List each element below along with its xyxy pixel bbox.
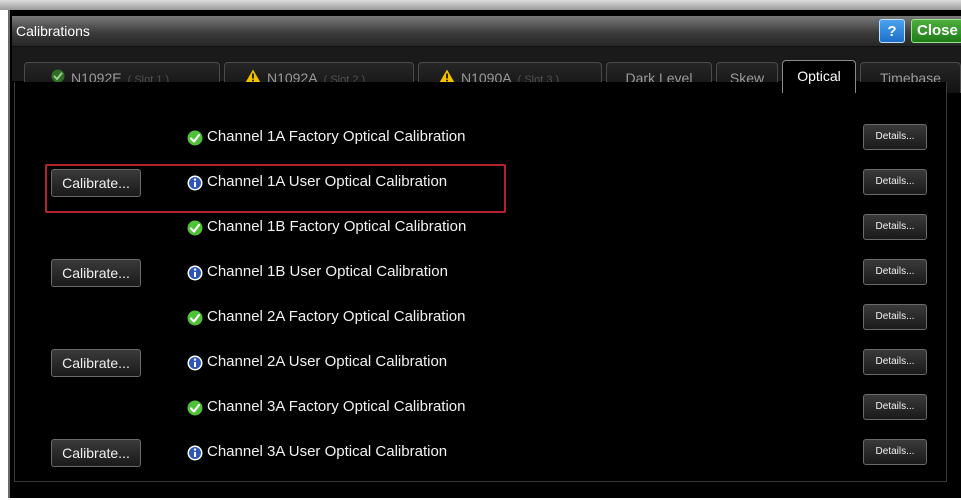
calibrate-button[interactable]: Calibrate... [51,349,141,377]
details-button[interactable]: Details... [863,439,927,465]
calibration-label: Channel 3A Factory Optical Calibration [207,398,466,415]
window-top-edge [0,0,961,10]
info-icon [187,175,203,191]
details-button[interactable]: Details... [863,214,927,240]
help-button[interactable]: ? [879,19,905,43]
calibration-row: Calibrate... Channel 2A User Optical Cal… [15,349,948,383]
optical-calibration-panel: Channel 1A Factory Optical Calibration D… [14,82,947,482]
details-button[interactable]: Details... [863,394,927,420]
calibration-label: Channel 3A User Optical Calibration [207,443,448,460]
details-button[interactable]: Details... [863,124,927,150]
dialog-title: Calibrations [16,23,90,39]
calibration-label: Channel 1B Factory Optical Calibration [207,218,467,235]
title-bar: Calibrations ? Close [12,16,961,47]
calibration-row: Calibrate... Channel 1A User Optical Cal… [15,169,948,203]
close-button[interactable]: Close [911,19,961,43]
info-icon [187,445,203,461]
check-icon [187,130,203,146]
calibration-row: Channel 1A Factory Optical Calibration D… [15,124,948,158]
calibration-label: Channel 1A Factory Optical Calibration [207,128,466,145]
calibration-row: Channel 2A Factory Optical Calibration D… [15,304,948,338]
tab-bar: N1092E( Slot 1 ) N1092A( Slot 2 ) N1090A… [12,47,961,93]
calibrate-button[interactable]: Calibrate... [51,439,141,467]
calibration-label: Channel 1B User Optical Calibration [207,263,448,280]
tab-optical[interactable]: Optical [782,60,856,93]
check-icon [187,310,203,326]
calibration-row: Calibrate... Channel 1B User Optical Cal… [15,259,948,293]
check-icon [187,400,203,416]
calibration-label: Channel 1A User Optical Calibration [207,173,448,190]
calibration-row: Channel 1B Factory Optical Calibration D… [15,214,948,248]
calibration-row: Channel 3A Factory Optical Calibration D… [15,394,948,428]
calibration-row: Calibrate... Channel 3A User Optical Cal… [15,439,948,473]
info-icon [187,265,203,281]
check-icon [187,220,203,236]
calibrate-button[interactable]: Calibrate... [51,259,141,287]
calibration-label: Channel 2A Factory Optical Calibration [207,308,466,325]
details-button[interactable]: Details... [863,304,927,330]
calibrate-button[interactable]: Calibrate... [51,169,141,197]
info-icon [187,355,203,371]
details-button[interactable]: Details... [863,259,927,285]
calibration-label: Channel 2A User Optical Calibration [207,353,448,370]
details-button[interactable]: Details... [863,169,927,195]
details-button[interactable]: Details... [863,349,927,375]
